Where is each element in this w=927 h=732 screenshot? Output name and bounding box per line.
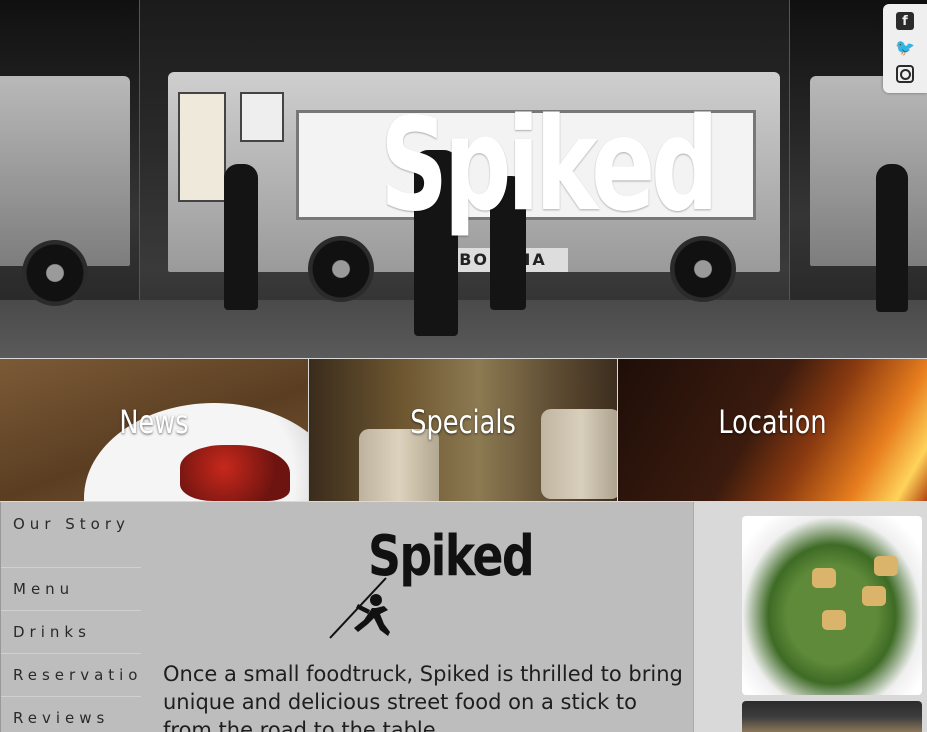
crouton: [874, 556, 898, 576]
person-silhouette: [224, 164, 258, 310]
tile-specials-label: Specials: [410, 403, 516, 441]
nav-item-reviews[interactable]: Reviews: [1, 697, 141, 732]
food-image: [180, 445, 290, 501]
tile-location[interactable]: Location: [618, 359, 927, 501]
nav-item-reservations[interactable]: Reservations: [1, 654, 141, 697]
food-truck-right: [810, 76, 927, 266]
truck-sign: [178, 92, 226, 202]
hero-title: Spiked: [380, 91, 719, 240]
crouton: [822, 610, 846, 630]
social-links: f 🐦: [883, 4, 927, 93]
tile-location-label: Location: [718, 403, 827, 441]
spiked-logo: Spiked: [328, 524, 535, 642]
truck-wheel: [670, 236, 736, 302]
spear-thrower-icon: [329, 577, 390, 639]
truck-sign-small: [240, 92, 284, 142]
facebook-icon[interactable]: f: [896, 12, 914, 30]
hero-banner: BOBCHA Spiked: [0, 0, 927, 358]
tile-news[interactable]: News: [0, 359, 308, 501]
person-silhouette: [876, 164, 908, 312]
aside-photos: [695, 502, 927, 732]
instagram-icon[interactable]: [896, 65, 914, 83]
nav-item-our-story[interactable]: Our Story: [1, 502, 141, 568]
salad-photo: [742, 516, 922, 695]
side-navigation: Our Story Menu Drinks Reservations Revie…: [0, 502, 141, 732]
intro-text: Once a small foodtruck, Spiked is thrill…: [163, 662, 683, 732]
crouton: [862, 586, 886, 606]
twitter-icon[interactable]: 🐦: [895, 39, 915, 57]
hero-ground: [0, 300, 927, 358]
main-content: Our Story Menu Drinks Reservations Revie…: [0, 502, 694, 732]
tile-specials[interactable]: Specials: [309, 359, 617, 501]
food-truck-left: [0, 76, 130, 266]
dish-photo: [742, 701, 922, 732]
truck-wheel: [308, 236, 374, 302]
truck-wheel: [22, 240, 88, 306]
tile-news-label: News: [119, 403, 189, 441]
nav-item-menu[interactable]: Menu: [1, 568, 141, 611]
crouton: [812, 568, 836, 588]
nav-item-drinks[interactable]: Drinks: [1, 611, 141, 654]
